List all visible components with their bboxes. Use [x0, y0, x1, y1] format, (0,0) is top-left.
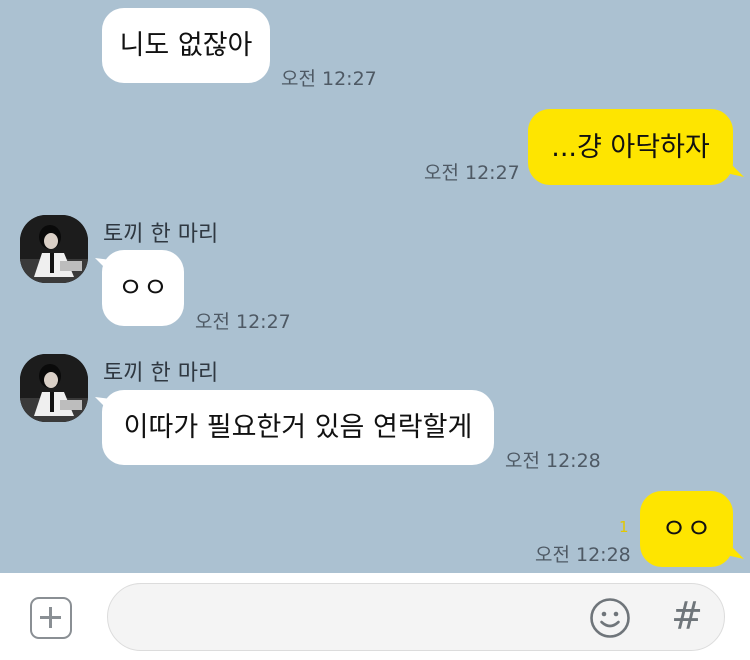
message-time: 오전 12:28 [535, 544, 631, 566]
message-text: ㅇㅇ [661, 513, 712, 545]
hashtag-icon[interactable]: # [667, 592, 707, 640]
message-time: 오전 12:28 [505, 450, 601, 472]
message-time: 오전 12:27 [281, 68, 377, 90]
avatar[interactable] [20, 354, 88, 422]
message-text: 니도 없잖아 [119, 30, 253, 61]
sender-name: 토끼 한 마리 [103, 361, 219, 386]
message-text: ...걍 아닥하자 [551, 131, 710, 163]
profile-photo-icon [20, 354, 88, 422]
incoming-message-bubble[interactable]: ㅇㅇ [102, 250, 184, 326]
message-text: ㅇㅇ [118, 272, 168, 304]
sender-name: 토끼 한 마리 [103, 222, 219, 247]
avatar[interactable] [20, 215, 88, 283]
incoming-message-bubble[interactable]: 니도 없잖아 [102, 8, 270, 83]
emoji-icon[interactable] [589, 597, 631, 639]
bubble-tail [726, 541, 744, 559]
plus-icon[interactable] [30, 597, 72, 639]
incoming-message-bubble[interactable]: 이따가 필요한거 있음 연락할게 [102, 390, 494, 465]
outgoing-message-bubble[interactable]: ㅇㅇ [640, 491, 733, 567]
message-time: 오전 12:27 [424, 162, 520, 184]
profile-photo-icon [20, 215, 88, 283]
message-input[interactable] [107, 583, 725, 651]
bubble-tail [726, 159, 744, 177]
chat-area[interactable]: 니도 없잖아 오전 12:27 ...걍 아닥하자 오전 12:27 토끼 한 … [0, 0, 750, 573]
outgoing-message-bubble[interactable]: ...걍 아닥하자 [528, 109, 733, 185]
message-time: 오전 12:27 [195, 311, 291, 333]
message-text: 이따가 필요한거 있음 연락할게 [123, 412, 473, 443]
unread-count: 1 [619, 518, 629, 536]
